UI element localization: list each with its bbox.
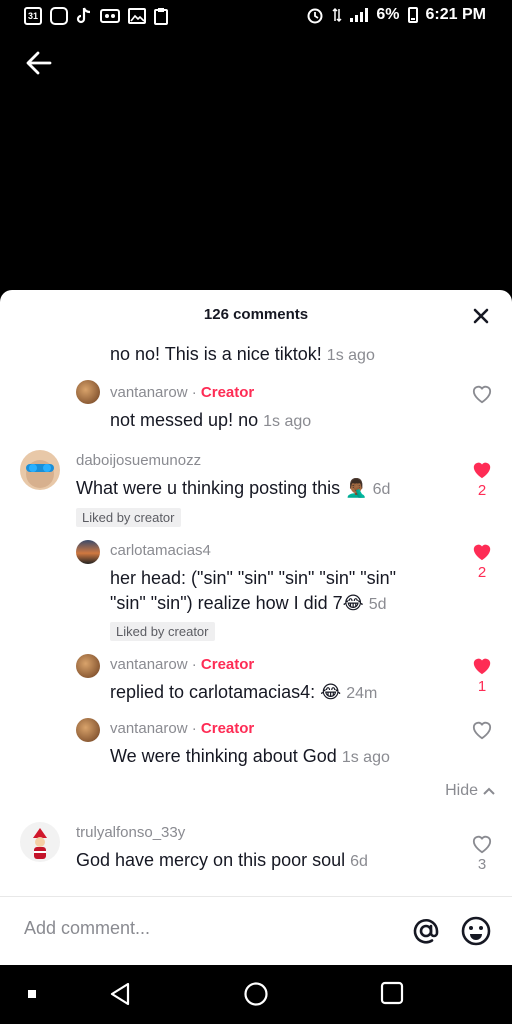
like-button[interactable]: 2 bbox=[470, 460, 494, 499]
creator-badge: Creator bbox=[200, 656, 255, 673]
back-arrow-icon[interactable] bbox=[24, 48, 54, 78]
comments-sheet: 126 comments no no! This is a nice tikto… bbox=[0, 290, 512, 965]
like-count: 2 bbox=[477, 482, 487, 499]
like-button[interactable]: 1 bbox=[470, 656, 494, 695]
hide-label: Hide bbox=[445, 782, 478, 799]
like-button[interactable]: 2 bbox=[470, 542, 494, 581]
sheet-header: 126 comments bbox=[0, 290, 512, 340]
tiktok-icon bbox=[76, 7, 91, 24]
home-circle-icon[interactable] bbox=[243, 981, 269, 1007]
comment-text: God have mercy on this poor soul bbox=[76, 850, 346, 870]
emoji: 😂 bbox=[342, 593, 364, 613]
like-button[interactable] bbox=[470, 384, 494, 404]
comment-time: 1s ago bbox=[326, 347, 375, 364]
emoji: 😂 bbox=[320, 682, 342, 702]
add-comment-input[interactable] bbox=[24, 918, 384, 939]
avatar[interactable] bbox=[20, 822, 60, 862]
clock: 6:21 PM bbox=[425, 6, 486, 23]
comment-text-line: "sin" "sin") realize how I did 7 bbox=[110, 593, 343, 613]
signal-icon bbox=[350, 8, 369, 22]
like-button[interactable] bbox=[470, 720, 494, 740]
chevron-up-icon bbox=[483, 787, 495, 795]
heart-outline-icon bbox=[472, 721, 492, 740]
heart-outline-icon bbox=[472, 385, 492, 404]
like-count: 2 bbox=[477, 564, 487, 581]
creator-badge: Creator bbox=[200, 384, 255, 401]
heart-filled-icon bbox=[473, 462, 491, 479]
comment-username[interactable]: vantanarow bbox=[110, 720, 188, 737]
back-triangle-icon[interactable] bbox=[108, 981, 132, 1007]
liked-by-creator-badge: Liked by creator bbox=[76, 508, 181, 527]
comment-text: What were u thinking posting this bbox=[76, 478, 341, 498]
avatar[interactable] bbox=[20, 450, 60, 490]
comment-time: 24m bbox=[346, 685, 378, 702]
avatar[interactable] bbox=[76, 718, 100, 742]
image-icon bbox=[128, 8, 146, 24]
system-nav-bar bbox=[0, 965, 512, 1024]
comment-text: We were thinking about God bbox=[110, 746, 337, 766]
like-count: 3 bbox=[477, 856, 487, 873]
comment-username[interactable]: daboijosuemunozz bbox=[76, 452, 201, 469]
comment-time: 1s ago bbox=[263, 413, 312, 430]
like-count: 1 bbox=[477, 678, 487, 695]
comment-username[interactable]: vantanarow bbox=[110, 656, 188, 673]
comment-username[interactable]: carlotamacias4 bbox=[110, 542, 211, 559]
close-icon[interactable] bbox=[470, 305, 492, 327]
battery-icon bbox=[407, 7, 418, 23]
avatar[interactable] bbox=[76, 540, 100, 564]
overview-square-icon[interactable] bbox=[380, 981, 404, 1005]
comment-time: 1s ago bbox=[341, 749, 390, 766]
comment-time: 6d bbox=[350, 853, 368, 870]
status-bar: 31 6% 6:21 PM bbox=[0, 0, 512, 32]
calendar-icon: 31 bbox=[24, 7, 42, 25]
avatar[interactable] bbox=[76, 380, 100, 404]
comment-time: 5d bbox=[368, 596, 387, 613]
heart-filled-icon bbox=[473, 658, 491, 675]
alarm-icon bbox=[307, 8, 323, 24]
heart-outline-icon bbox=[472, 835, 492, 854]
creator-badge: Creator bbox=[200, 720, 255, 737]
instagram-icon bbox=[50, 7, 68, 25]
like-button[interactable]: 3 bbox=[470, 834, 494, 873]
hide-replies-button[interactable]: Hide bbox=[445, 782, 496, 800]
emoji-picker-icon[interactable] bbox=[460, 915, 492, 947]
comment-count: 126 comments bbox=[203, 306, 309, 323]
battery-percent: 6% bbox=[376, 6, 400, 23]
comment-text: no no! This is a nice tiktok! bbox=[110, 344, 322, 364]
comment-text: replied to carlotamacias4: bbox=[110, 682, 316, 702]
comment-username[interactable]: vantanarow bbox=[110, 384, 188, 401]
liked-by-creator-badge: Liked by creator bbox=[110, 622, 215, 641]
avatar[interactable] bbox=[76, 654, 100, 678]
comment-username[interactable]: trulyalfonso_33y bbox=[76, 824, 185, 841]
emoji: 🤦🏾‍♂️ bbox=[345, 478, 368, 498]
mention-icon[interactable] bbox=[410, 915, 442, 947]
comment-composer bbox=[0, 896, 512, 965]
voicemail-icon bbox=[100, 9, 120, 23]
recent-dot-icon[interactable] bbox=[28, 990, 36, 998]
data-arrows-icon bbox=[332, 7, 342, 23]
comment-text-line: her head: ("sin" "sin" "sin" "sin" "sin" bbox=[110, 568, 397, 588]
comment-text: not messed up! no bbox=[110, 410, 259, 430]
heart-filled-icon bbox=[473, 544, 491, 561]
clipboard-icon bbox=[154, 8, 168, 25]
comment-time: 6d bbox=[372, 481, 391, 498]
